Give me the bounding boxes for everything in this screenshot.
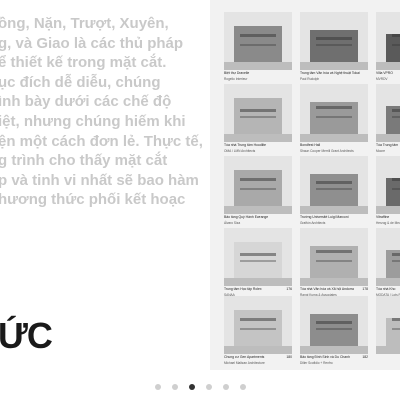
- building-photo: [376, 12, 400, 70]
- building-tile[interactable]: [376, 296, 400, 361]
- building-photo: [300, 156, 368, 214]
- building-title: Trường Université Luigi Marconi: [300, 215, 349, 219]
- building-title: Trung tâm Văn hóa và Nghệ thuật Tokai: [300, 71, 360, 75]
- building-tile[interactable]: Trung tâm Văn hóa và Nghệ thuật Tokai Pau…: [300, 12, 368, 81]
- pager-dot[interactable]: [239, 384, 246, 390]
- building-title: Villa VPRO: [376, 71, 393, 75]
- building-title: Tòa nhà Kho: [376, 287, 396, 291]
- building-photo: [224, 228, 292, 286]
- building-title: Trung tâm Học tập Rolex: [224, 287, 262, 291]
- building-tile[interactable]: Tòa nhà Trung tâm Hoodlite OMA / LMN Arch…: [224, 84, 292, 153]
- building-title: Bảo tàng Quý Hành Ewrange: [224, 215, 269, 219]
- body-text: ồng, Nặn, Trượt, Xuyên, g, và Giao là cá…: [0, 14, 203, 210]
- building-tile[interactable]: Vitraffine Herzog & de Meuron: [376, 156, 400, 225]
- body-line: g, và Giao là các thủ pháp: [0, 34, 184, 52]
- building-architect: Paul Rudolph: [300, 77, 320, 81]
- body-line: ục đích dễ diễu, chúng: [0, 73, 161, 91]
- building-photo: [300, 228, 368, 286]
- building-architect: Diller Scofidio + Renfro: [300, 361, 333, 365]
- building-architect: Álvaro Siza: [224, 221, 241, 225]
- building-tile[interactable]: Trường Université Luigi Marconi Graftón A…: [300, 156, 368, 225]
- building-title: Tòa Trung tâm: [376, 143, 399, 147]
- body-line: iệt, nhưng chúng hiếm khi: [0, 112, 186, 130]
- building-photo: [224, 156, 292, 214]
- page-number: 176: [286, 287, 292, 291]
- pager-dot[interactable]: [205, 384, 212, 390]
- building-tile[interactable]: Bảo tàng Quý Hành Ewrange Álvaro Siza: [224, 156, 292, 225]
- building-title: Bảo tàng Đinh Sinh và Du Chanh: [300, 355, 350, 359]
- building-tile[interactable]: Biệt thự Dravelle Rogelio Interieur: [224, 12, 292, 81]
- building-architect: Michael Maltzan Architecture: [224, 361, 265, 365]
- building-tile[interactable]: Tòa Trung tâm Moore: [376, 84, 400, 153]
- building-tile[interactable]: Chung cư Gen Apartments 180 Michael Maltza…: [224, 296, 292, 365]
- building-tile[interactable]: Tòa nhà Kho MODATA / Lots R.: [376, 228, 400, 297]
- body-line: ể thiết kế trong mặt cắt.: [0, 54, 167, 72]
- slide-text-panel: ồng, Nặn, Trượt, Xuyên, g, và Giao là cá…: [0, 0, 205, 380]
- body-line: p và tinh vi nhất sẽ bao hàm: [0, 171, 199, 189]
- building-photo: [300, 296, 368, 354]
- body-line: g trình cho thấy mặt cắt: [0, 152, 168, 170]
- slide-pager: [0, 378, 400, 396]
- building-photo: [224, 296, 292, 354]
- building-architect: OMA / LMN Architects: [224, 149, 256, 153]
- page-number: 178: [362, 287, 368, 291]
- building-photo: [376, 84, 400, 142]
- building-photo: [300, 12, 368, 70]
- pager-dot[interactable]: [222, 384, 229, 390]
- pager-dot-active[interactable]: [188, 384, 195, 390]
- building-architect: Herzog & de Meuron: [376, 221, 400, 225]
- body-line: ện một cách đơn lẻ. Thực tế,: [0, 132, 203, 150]
- building-title: Tòa nhà Văn hóa và Xã hội Andorra: [300, 287, 354, 291]
- building-tile[interactable]: Bondfest Hall Shaun Cooper Merrill Grant …: [300, 84, 368, 153]
- building-title: Biệt thự Dravelle: [224, 71, 250, 75]
- building-photo: [224, 12, 292, 70]
- building-architect: MVRDV: [376, 77, 388, 81]
- page-number: 182: [362, 355, 368, 359]
- building-photo: [224, 84, 292, 142]
- building-photo: [300, 84, 368, 142]
- building-architect: Graftón Architects: [300, 221, 326, 225]
- building-photo: [376, 228, 400, 286]
- building-catalog-page: Biệt thự Dravelle Rogelio Interieur Trung …: [210, 0, 400, 370]
- building-title: Vitraffine: [376, 215, 390, 219]
- building-title: Bondfest Hall: [300, 143, 321, 147]
- body-line: ình bày dưới các chế độ: [0, 93, 172, 111]
- building-architect: Moore: [376, 149, 386, 153]
- page-number: 180: [286, 355, 292, 359]
- building-tile[interactable]: Villa VPRO MVRDV: [376, 12, 400, 81]
- building-title: Tòa nhà Trung tâm Hoodlite: [224, 143, 267, 147]
- building-tile[interactable]: Trung tâm Học tập Rolex 176 SANAA: [224, 228, 292, 297]
- body-line: hương thức phối kết hoạc: [0, 191, 186, 209]
- building-title: Chung cư Gen Apartments: [224, 355, 265, 359]
- pager-dot[interactable]: [154, 384, 161, 390]
- pager-dot[interactable]: [171, 384, 178, 390]
- section-heading: ỨC: [0, 315, 53, 356]
- building-tile[interactable]: Bảo tàng Đinh Sinh và Du Chanh 182 Diller …: [300, 296, 368, 365]
- body-line: ồng, Nặn, Trượt, Xuyên,: [0, 15, 169, 32]
- building-architect: Rogelio Interieur: [224, 77, 248, 81]
- building-photo: [376, 156, 400, 214]
- building-architect: Shaun Cooper Merrill Grant Architects: [300, 149, 354, 153]
- building-photo: [376, 296, 400, 354]
- building-tile[interactable]: Tòa nhà Văn hóa và Xã hội Andorra 178 Rang…: [300, 228, 368, 297]
